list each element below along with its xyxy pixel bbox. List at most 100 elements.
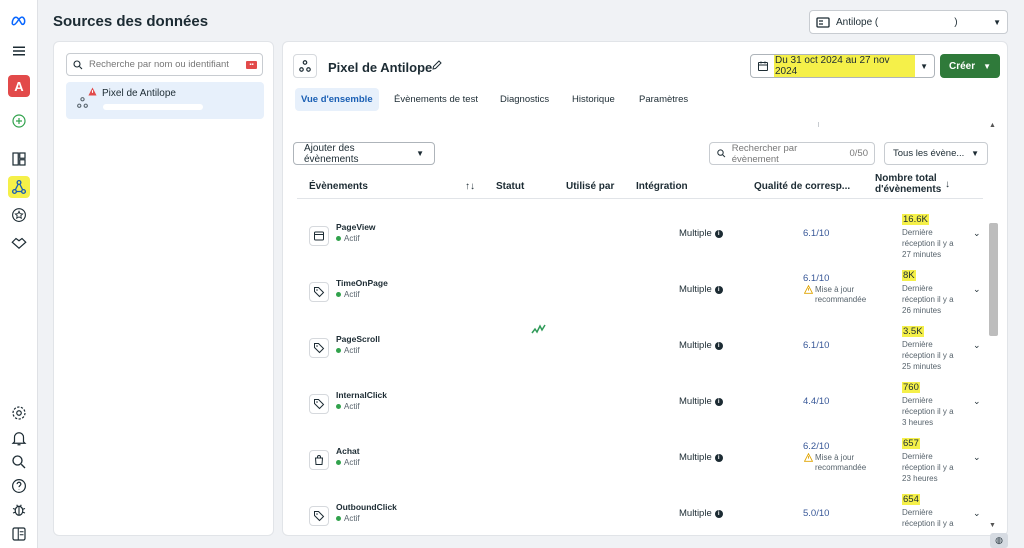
event-name[interactable]: InternalClick [336, 390, 387, 400]
table-row[interactable]: InternalClick Actif Multiple i 4.4/10 760… [297, 382, 987, 438]
chevron-down-icon[interactable]: ⌄ [973, 508, 981, 519]
table-row[interactable]: TimeOnPage Actif Multiple i 6.1/10 Mise à… [297, 270, 987, 326]
quality-score[interactable]: 6.1/10 [803, 273, 829, 284]
info-icon[interactable]: i [714, 229, 723, 238]
scroll-down-icon[interactable]: ▼ [989, 522, 996, 529]
event-name[interactable]: OutboundClick [336, 502, 397, 512]
add-events-label: Ajouter des évènements [304, 142, 359, 165]
edit-pencil-icon[interactable] [431, 59, 443, 71]
column-header-status[interactable]: Statut [496, 181, 524, 192]
chevron-down-icon: ▼ [920, 61, 928, 71]
scrollbar[interactable]: ▲ ▼ [988, 122, 999, 529]
sort-icon[interactable]: ↑↓ [465, 181, 475, 192]
tag-icon [309, 282, 329, 302]
tab-label: Évènements de test [394, 94, 478, 105]
status-badge: Actif [336, 290, 360, 299]
chevron-down-icon[interactable]: ⌄ [973, 284, 981, 295]
table-row[interactable]: Achat Actif Multiple i 6.2/10 Mise à jour… [297, 438, 987, 494]
column-header-total-events[interactable]: Nombre total d'évènements [875, 173, 941, 195]
info-icon[interactable]: i [714, 341, 723, 350]
page-icon [309, 226, 329, 246]
event-name[interactable]: PageView [336, 222, 376, 232]
pixel-search-input[interactable]: Recherche par nom ou identifiant ▪▪ [66, 53, 263, 76]
event-count: 654 [902, 494, 920, 505]
quality-score[interactable]: 6.1/10 [803, 228, 829, 239]
last-received-line: réception il y a [902, 351, 954, 360]
panel-icon[interactable] [8, 523, 30, 545]
tag-icon [309, 394, 329, 414]
recommendation-line: Mise à jour [815, 285, 855, 294]
star-icon[interactable] [8, 204, 30, 226]
account-initial: A [14, 78, 24, 94]
info-icon[interactable]: i [714, 453, 723, 462]
add-events-button[interactable]: Ajouter des évènements ▼ [293, 142, 435, 165]
event-filter-select[interactable]: Tous les évène... ▼ [884, 142, 988, 165]
status-badge: Actif [336, 514, 360, 523]
tab-test-events[interactable]: Évènements de test [388, 88, 484, 111]
add-icon[interactable] [8, 110, 30, 132]
date-range-picker[interactable]: Du 31 oct 2024 au 27 nov 2024 ▼ [750, 54, 935, 78]
tab-history[interactable]: Historique [566, 88, 621, 111]
column-header-integration[interactable]: Intégration [636, 181, 688, 192]
scroll-up-icon[interactable]: ▲ [989, 122, 996, 129]
event-name[interactable]: Achat [336, 446, 360, 456]
column-header-used-by[interactable]: Utilisé par [566, 181, 614, 192]
chevron-down-icon[interactable]: ⌄ [973, 452, 981, 463]
update-recommendation[interactable]: Mise à jour recommandée [804, 285, 874, 305]
quality-score[interactable]: 5.0/10 [803, 508, 829, 519]
quality-score[interactable]: 6.2/10 [803, 441, 829, 452]
pixel-list-item-selected[interactable]: Pixel de Antilope [66, 82, 264, 119]
last-received: Dernière réception il y a 3 heures [902, 395, 962, 428]
settings-icon[interactable] [8, 402, 30, 424]
search-icon[interactable] [8, 451, 30, 473]
integration-text: Multiple [679, 284, 712, 295]
account-selector[interactable]: Antilope ( ) ▼ [809, 10, 1008, 34]
info-icon[interactable]: i [714, 285, 723, 294]
event-count: 16.6K [902, 214, 929, 225]
account-name-suffix: ) [954, 16, 958, 28]
event-search-count: 0/50 [849, 148, 869, 159]
column-header-events[interactable]: Évènements [309, 181, 368, 192]
chevron-down-icon[interactable]: ⌄ [973, 228, 981, 239]
table-row[interactable]: PageView Actif Multiple i 6.1/10 16.6K De… [297, 214, 987, 270]
last-received-line: réception il y a [902, 407, 954, 416]
create-button[interactable]: Créer ▼ [940, 54, 1000, 78]
event-name[interactable]: PageScroll [336, 334, 380, 344]
table-row[interactable]: PageScroll Actif Multiple i 6.1/10 3.5K D… [297, 326, 987, 382]
chevron-down-icon[interactable]: ⌄ [973, 340, 981, 351]
table-row[interactable]: OutboundClick Actif Multiple i 5.0/10 654… [297, 494, 987, 534]
column-header-label: Statut [496, 181, 525, 192]
search-icon [717, 149, 726, 158]
bell-icon[interactable] [8, 427, 30, 449]
sort-desc-icon[interactable]: ↓ [945, 179, 950, 190]
menu-icon[interactable] [8, 40, 30, 62]
last-received-line: 25 minutes [902, 362, 942, 371]
last-received-line: Dernière [902, 228, 933, 237]
event-search-input[interactable]: Rechercher par évènement 0/50 [709, 142, 875, 165]
warning-icon [804, 285, 813, 294]
grid-icon[interactable] [8, 148, 30, 170]
bug-icon[interactable] [8, 499, 30, 521]
last-received-line: Dernière [902, 340, 933, 349]
quality-score[interactable]: 4.4/10 [803, 396, 829, 407]
tab-label: Paramètres [639, 94, 689, 105]
chevron-down-icon[interactable]: ⌄ [973, 396, 981, 407]
tab-settings[interactable]: Paramètres [633, 88, 694, 111]
account-avatar-icon[interactable]: A [8, 75, 30, 97]
scrollbar-thumb[interactable] [989, 223, 998, 336]
tab-overview[interactable]: Vue d'ensemble [295, 88, 379, 111]
events-manager-icon[interactable] [8, 176, 30, 198]
handshake-icon[interactable] [8, 232, 30, 254]
info-icon[interactable]: i [714, 509, 723, 518]
help-icon[interactable] [8, 475, 30, 497]
column-header-quality[interactable]: Qualité de corresp... [754, 181, 850, 192]
search-icon [73, 59, 83, 69]
update-recommendation[interactable]: Mise à jour recommandée [804, 453, 874, 473]
pixel-header-icon [293, 54, 317, 78]
quality-score[interactable]: 6.1/10 [803, 340, 829, 351]
globe-icon[interactable]: ◍ [990, 533, 1008, 548]
info-icon[interactable]: i [714, 397, 723, 406]
event-name[interactable]: TimeOnPage [336, 278, 388, 288]
meta-logo-icon[interactable] [8, 10, 30, 32]
tab-diagnostics[interactable]: Diagnostics [494, 88, 555, 111]
